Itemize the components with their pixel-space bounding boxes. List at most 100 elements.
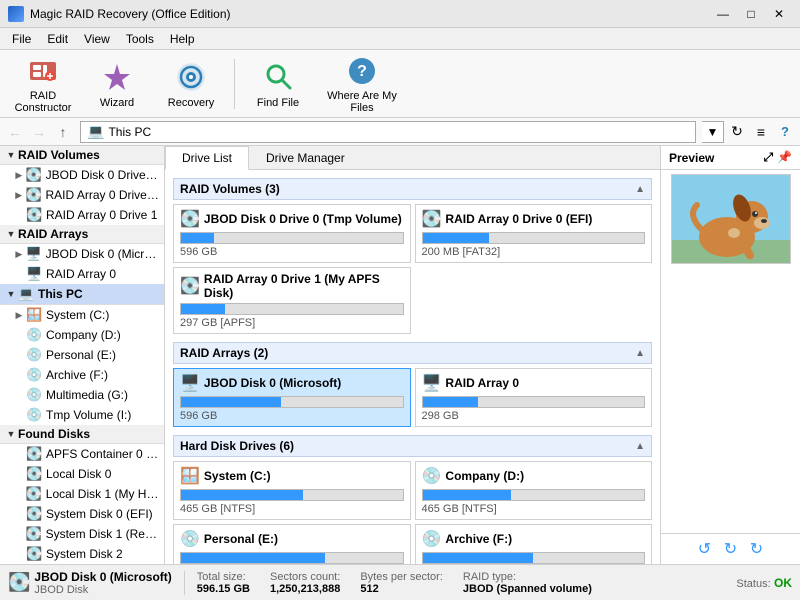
drive-info-raid-a0: 298 GB bbox=[422, 410, 646, 422]
window-title: Magic RAID Recovery (Office Edition) bbox=[30, 7, 231, 21]
preview-dog-svg bbox=[672, 175, 791, 264]
preview-forward-button[interactable]: ↻ bbox=[746, 538, 768, 560]
sidebar-item-local-disk-1[interactable]: 💽 Local Disk 1 (My HFS bbox=[8, 484, 164, 504]
sidebar-text-multimedia-g: Multimedia (G:) bbox=[46, 388, 128, 402]
sidebar-expand-found-disks[interactable]: ▼ bbox=[4, 429, 18, 439]
find-file-button[interactable]: Find File bbox=[243, 54, 313, 114]
menu-file[interactable]: File bbox=[4, 30, 39, 48]
collapse-raid-volumes-icon[interactable]: ▲ bbox=[635, 184, 645, 195]
drive-item-header-raid-a0d1: 💽 RAID Array 0 Drive 1 (My APFS Disk) bbox=[180, 272, 404, 300]
nav-back-button[interactable]: ← bbox=[4, 121, 26, 143]
sidebar-icon-multimedia-g: 💿 bbox=[26, 387, 42, 403]
recovery-icon bbox=[173, 59, 209, 95]
preview-pin-icon[interactable]: 📌 bbox=[777, 150, 792, 165]
wizard-button[interactable]: Wizard bbox=[82, 54, 152, 114]
status-bar: 💽 JBOD Disk 0 (Microsoft) JBOD Disk Tota… bbox=[0, 564, 800, 600]
preview-expand-icon[interactable]: ⤢ bbox=[763, 150, 773, 165]
sidebar-item-raid-array-0-drive-0[interactable]: ▶ 💽 RAID Array 0 Drive 0 ( bbox=[8, 185, 164, 205]
drive-item-raid-array-0-drive-0[interactable]: 💽 RAID Array 0 Drive 0 (EFI) 200 MB [FAT… bbox=[415, 204, 653, 263]
status-right: Status: OK bbox=[736, 576, 792, 590]
sidebar-item-apfs-container-0[interactable]: 💽 APFS Container 0 (M bbox=[8, 444, 164, 464]
minimize-button[interactable]: — bbox=[710, 4, 736, 24]
drive-item-personal-e[interactable]: 💿 Personal (E:) 600 GB [NTFS] bbox=[173, 524, 411, 564]
sidebar-section-this-pc: ▼ 💻 This PC ▶ 🪟 System (C:) 💿 Company (D… bbox=[0, 284, 164, 425]
nav-view-options-button[interactable]: ≡ bbox=[750, 121, 772, 143]
drive-section-header-raid-volumes[interactable]: RAID Volumes (3) ▲ bbox=[173, 178, 652, 200]
collapse-raid-arrays-icon[interactable]: ▲ bbox=[635, 348, 645, 359]
sidebar-text-company-d: Company (D:) bbox=[46, 328, 121, 342]
title-bar: Magic RAID Recovery (Office Edition) — □… bbox=[0, 0, 800, 28]
sidebar-item-system-disk-2[interactable]: 💽 System Disk 2 bbox=[8, 544, 164, 564]
drive-section-header-hdd[interactable]: Hard Disk Drives (6) ▲ bbox=[173, 435, 652, 457]
sidebar-expand-raid-arrays[interactable]: ▼ bbox=[4, 229, 18, 239]
menu-tools[interactable]: Tools bbox=[118, 30, 162, 48]
drive-section-header-raid-arrays[interactable]: RAID Arrays (2) ▲ bbox=[173, 342, 652, 364]
menu-edit[interactable]: Edit bbox=[39, 30, 76, 48]
status-label-raid: RAID type: bbox=[463, 571, 592, 583]
sidebar-item-system-c[interactable]: ▶ 🪟 System (C:) bbox=[8, 305, 164, 325]
drive-info-raid-a0d1: 297 GB [APFS] bbox=[180, 317, 404, 329]
sidebar-header-this-pc[interactable]: ▼ 💻 This PC bbox=[0, 284, 164, 305]
raid-constructor-button[interactable]: RAID Constructor bbox=[8, 54, 78, 114]
sidebar-expand-raid-volumes[interactable]: ▼ bbox=[4, 150, 18, 160]
sidebar-header-raid-volumes[interactable]: ▼ RAID Volumes bbox=[0, 146, 164, 165]
drive-item-archive-f[interactable]: 💿 Archive (F:) 600 GB [NTFS] bbox=[415, 524, 653, 564]
nav-up-button[interactable]: ↑ bbox=[52, 121, 74, 143]
sidebar-item-local-disk-0[interactable]: 💽 Local Disk 0 bbox=[8, 464, 164, 484]
recovery-button[interactable]: Recovery bbox=[156, 54, 226, 114]
status-label-sectors: Sectors count: bbox=[270, 571, 340, 583]
tab-drive-manager[interactable]: Drive Manager bbox=[249, 146, 362, 170]
collapse-hdd-icon[interactable]: ▲ bbox=[635, 441, 645, 452]
sidebar-icon-jbod-0: 💽 bbox=[26, 167, 42, 183]
maximize-button[interactable]: □ bbox=[738, 4, 764, 24]
drive-icon-raid-a0d0: 💽 bbox=[422, 209, 442, 229]
tab-drive-list[interactable]: Drive List bbox=[165, 146, 249, 170]
sidebar-expand-system-c[interactable]: ▶ bbox=[12, 310, 26, 321]
title-bar-left: Magic RAID Recovery (Office Edition) bbox=[8, 6, 231, 22]
drive-item-jbod-disk-0-ms[interactable]: 🖥️ JBOD Disk 0 (Microsoft) 596 GB bbox=[173, 368, 411, 427]
sidebar-item-system-disk-0-efi[interactable]: 💽 System Disk 0 (EFI) bbox=[8, 504, 164, 524]
sidebar-item-personal-e[interactable]: 💿 Personal (E:) bbox=[8, 345, 164, 365]
menu-help[interactable]: Help bbox=[162, 30, 203, 48]
preview-content bbox=[661, 170, 800, 533]
drive-name-jbod-0: JBOD Disk 0 Drive 0 (Tmp Volume) bbox=[204, 212, 402, 226]
sidebar-expand-jbod-0[interactable]: ▶ bbox=[12, 170, 26, 181]
sidebar-item-jbod-0[interactable]: ▶ 💽 JBOD Disk 0 Drive 0 ( bbox=[8, 165, 164, 185]
sidebar-item-jbod-disk-0[interactable]: ▶ 🖥️ JBOD Disk 0 (Microsc bbox=[8, 244, 164, 264]
sidebar-item-tmp-volume-i[interactable]: 💿 Tmp Volume (I:) bbox=[8, 405, 164, 425]
title-bar-controls[interactable]: — □ ✕ bbox=[710, 4, 792, 24]
nav-forward-button[interactable]: → bbox=[28, 121, 50, 143]
sidebar-item-archive-f[interactable]: 💿 Archive (F:) bbox=[8, 365, 164, 385]
status-value-bytes: 512 bbox=[360, 583, 443, 595]
nav-help-button[interactable]: ? bbox=[774, 121, 796, 143]
close-button[interactable]: ✕ bbox=[766, 4, 792, 24]
sidebar-header-found-disks[interactable]: ▼ Found Disks bbox=[0, 425, 164, 444]
sidebar-expand-jbod-disk-0[interactable]: ▶ bbox=[12, 249, 26, 260]
sidebar-expand-this-pc[interactable]: ▼ bbox=[4, 289, 18, 299]
drive-icon-raid-a0d1: 💽 bbox=[180, 276, 200, 296]
toolbar-separator bbox=[234, 59, 235, 109]
preview-refresh-button[interactable]: ↻ bbox=[720, 538, 742, 560]
nav-path-bar[interactable]: 💻 This PC bbox=[80, 121, 696, 143]
sidebar-header-raid-arrays[interactable]: ▼ RAID Arrays bbox=[0, 225, 164, 244]
sidebar-item-multimedia-g[interactable]: 💿 Multimedia (G:) bbox=[8, 385, 164, 405]
where-my-files-button[interactable]: ? Where Are My Files bbox=[317, 54, 407, 114]
sidebar-item-raid-array-0[interactable]: 🖥️ RAID Array 0 bbox=[8, 264, 164, 284]
menu-view[interactable]: View bbox=[76, 30, 118, 48]
drive-item-system-c[interactable]: 🪟 System (C:) 465 GB [NTFS] bbox=[173, 461, 411, 520]
drive-item-raid-array-0[interactable]: 🖥️ RAID Array 0 298 GB bbox=[415, 368, 653, 427]
sidebar-item-system-disk-1-recov[interactable]: 💽 System Disk 1 (Recov bbox=[8, 524, 164, 544]
drive-item-company-d[interactable]: 💿 Company (D:) 465 GB [NTFS] bbox=[415, 461, 653, 520]
raid-constructor-label: RAID Constructor bbox=[13, 90, 73, 114]
drive-item-raid-array-0-drive-1[interactable]: 💽 RAID Array 0 Drive 1 (My APFS Disk) 29… bbox=[173, 267, 411, 334]
drive-item-jbod-disk-0-drive-0[interactable]: 💽 JBOD Disk 0 Drive 0 (Tmp Volume) 596 G… bbox=[173, 204, 411, 263]
sidebar-item-raid-array-0-drive-1[interactable]: 💽 RAID Array 0 Drive 1 bbox=[8, 205, 164, 225]
drive-section-title-hdd: Hard Disk Drives (6) bbox=[180, 439, 294, 453]
drive-section-title-raid-volumes: RAID Volumes (3) bbox=[180, 182, 280, 196]
sidebar-icon-raid-array-0-drive-1: 💽 bbox=[26, 207, 42, 223]
preview-back-button[interactable]: ↺ bbox=[694, 538, 716, 560]
nav-refresh-button[interactable]: ↻ bbox=[726, 121, 748, 143]
sidebar-item-company-d[interactable]: 💿 Company (D:) bbox=[8, 325, 164, 345]
nav-path-dropdown[interactable]: ▼ bbox=[702, 121, 724, 143]
sidebar-expand-raid-array-0-drive-0[interactable]: ▶ bbox=[12, 190, 26, 201]
